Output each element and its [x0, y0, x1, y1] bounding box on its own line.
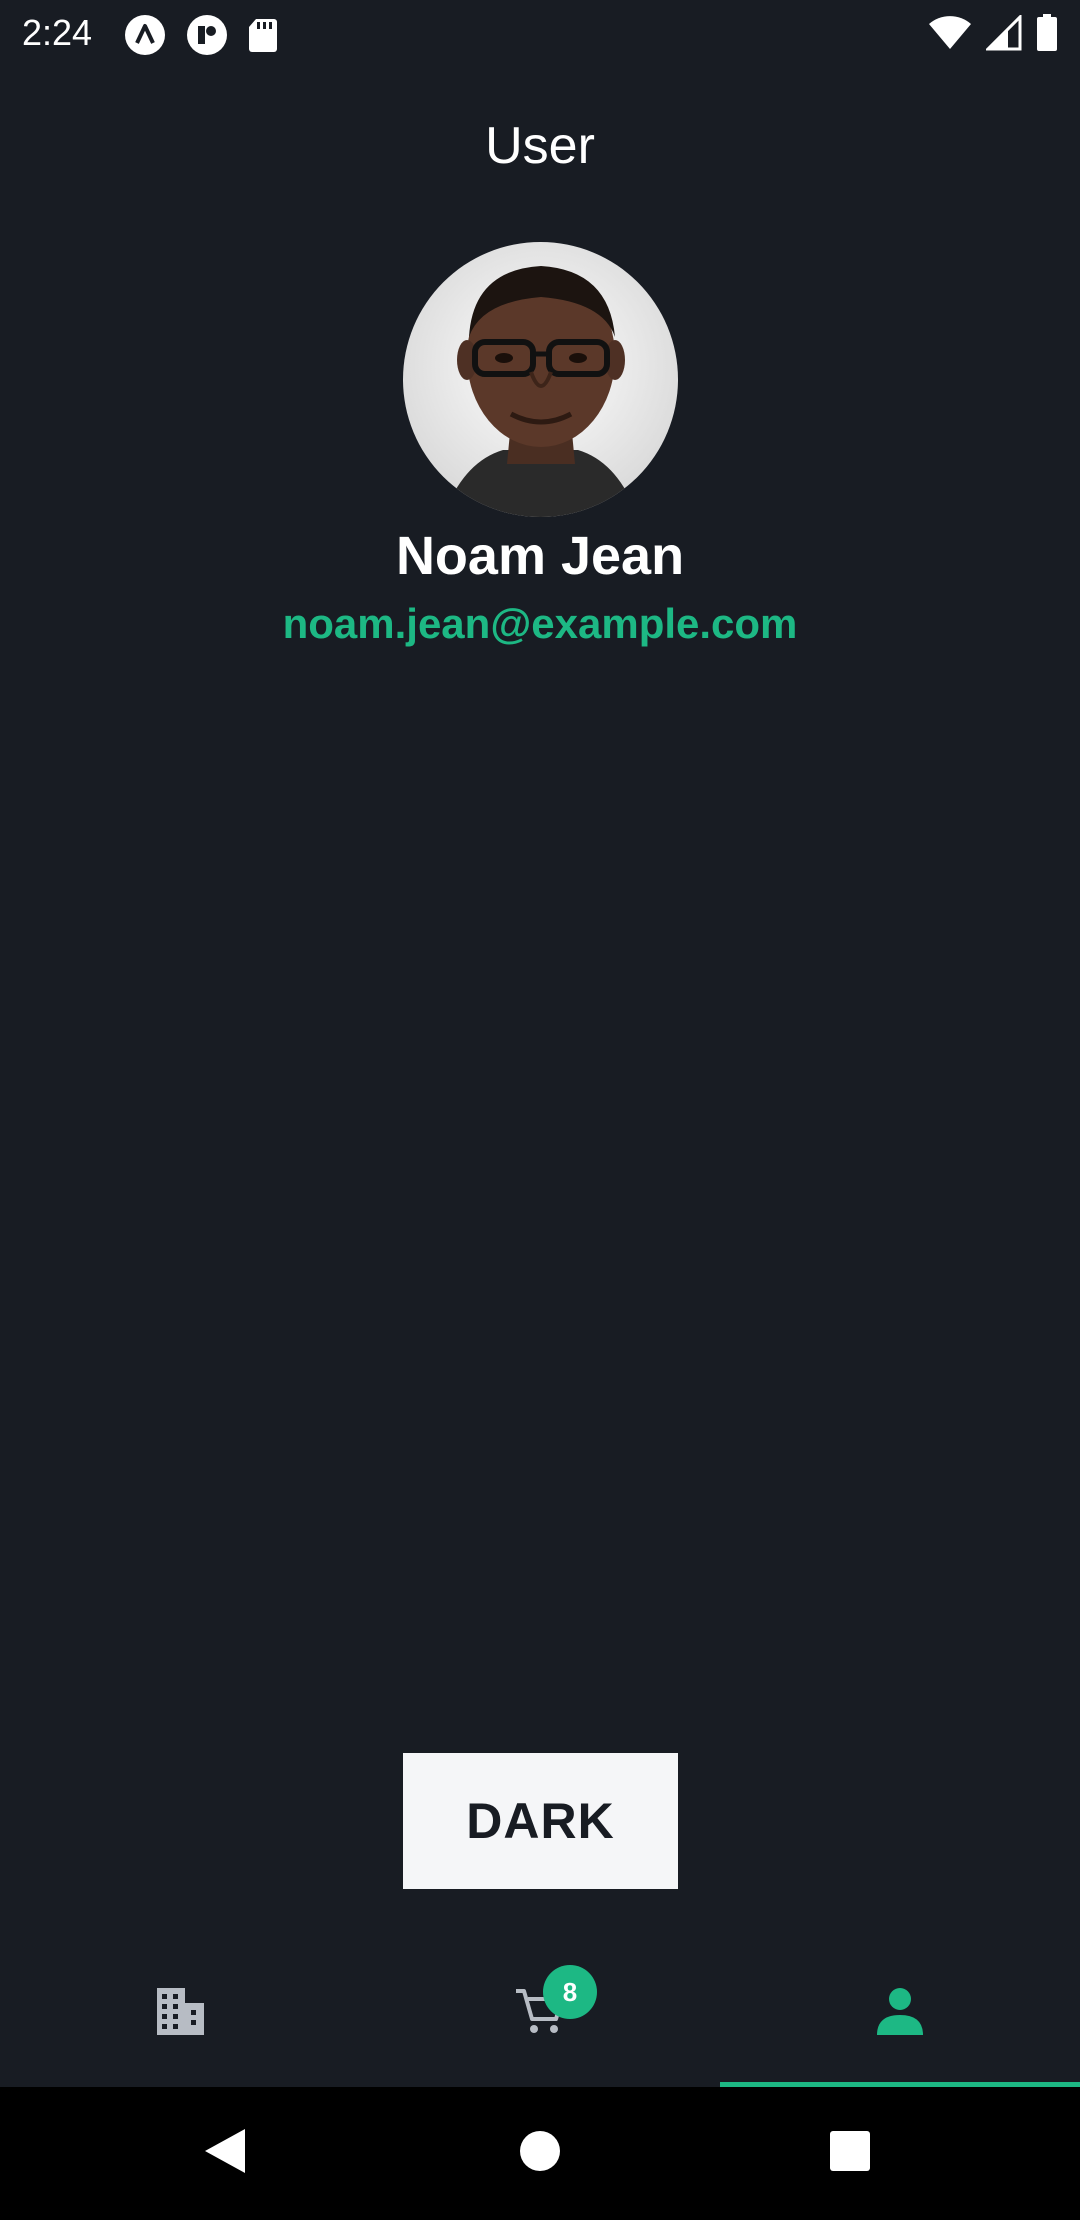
- bottom-tab-bar: [0, 1940, 1080, 2087]
- tab-cart[interactable]: [360, 1940, 720, 2086]
- status-system-icons: [928, 14, 1058, 52]
- user-email: noam.jean@example.com: [282, 600, 798, 647]
- tab-stores[interactable]: [0, 1940, 360, 2086]
- home-icon: [519, 2130, 561, 2177]
- nav-home-button[interactable]: [480, 2087, 600, 2220]
- battery-icon: [1036, 14, 1058, 52]
- page-title: User: [485, 117, 595, 175]
- app-notification-icon-2: [186, 14, 228, 56]
- status-time: 2:24: [22, 12, 93, 53]
- status-notification-icons: [124, 14, 278, 56]
- system-nav-bar: [0, 2087, 1080, 2220]
- wifi-icon: [928, 15, 972, 51]
- theme-toggle-button[interactable]: DARK: [403, 1753, 678, 1889]
- back-icon: [203, 2127, 247, 2180]
- recents-icon: [829, 2130, 871, 2177]
- sd-card-icon: [248, 17, 278, 53]
- person-icon: [874, 1985, 926, 2042]
- signal-icon: [986, 15, 1022, 51]
- building-icon: [154, 1985, 206, 2042]
- avatar: [403, 242, 678, 517]
- user-name: Noam Jean: [395, 526, 685, 586]
- app-notification-icon: [124, 14, 166, 56]
- tab-user[interactable]: [720, 1940, 1080, 2086]
- status-bar: 2:24: [0, 0, 1080, 66]
- nav-recents-button[interactable]: [790, 2087, 910, 2220]
- cart-count-badge: 8: [543, 1965, 597, 2019]
- nav-back-button[interactable]: [165, 2087, 285, 2220]
